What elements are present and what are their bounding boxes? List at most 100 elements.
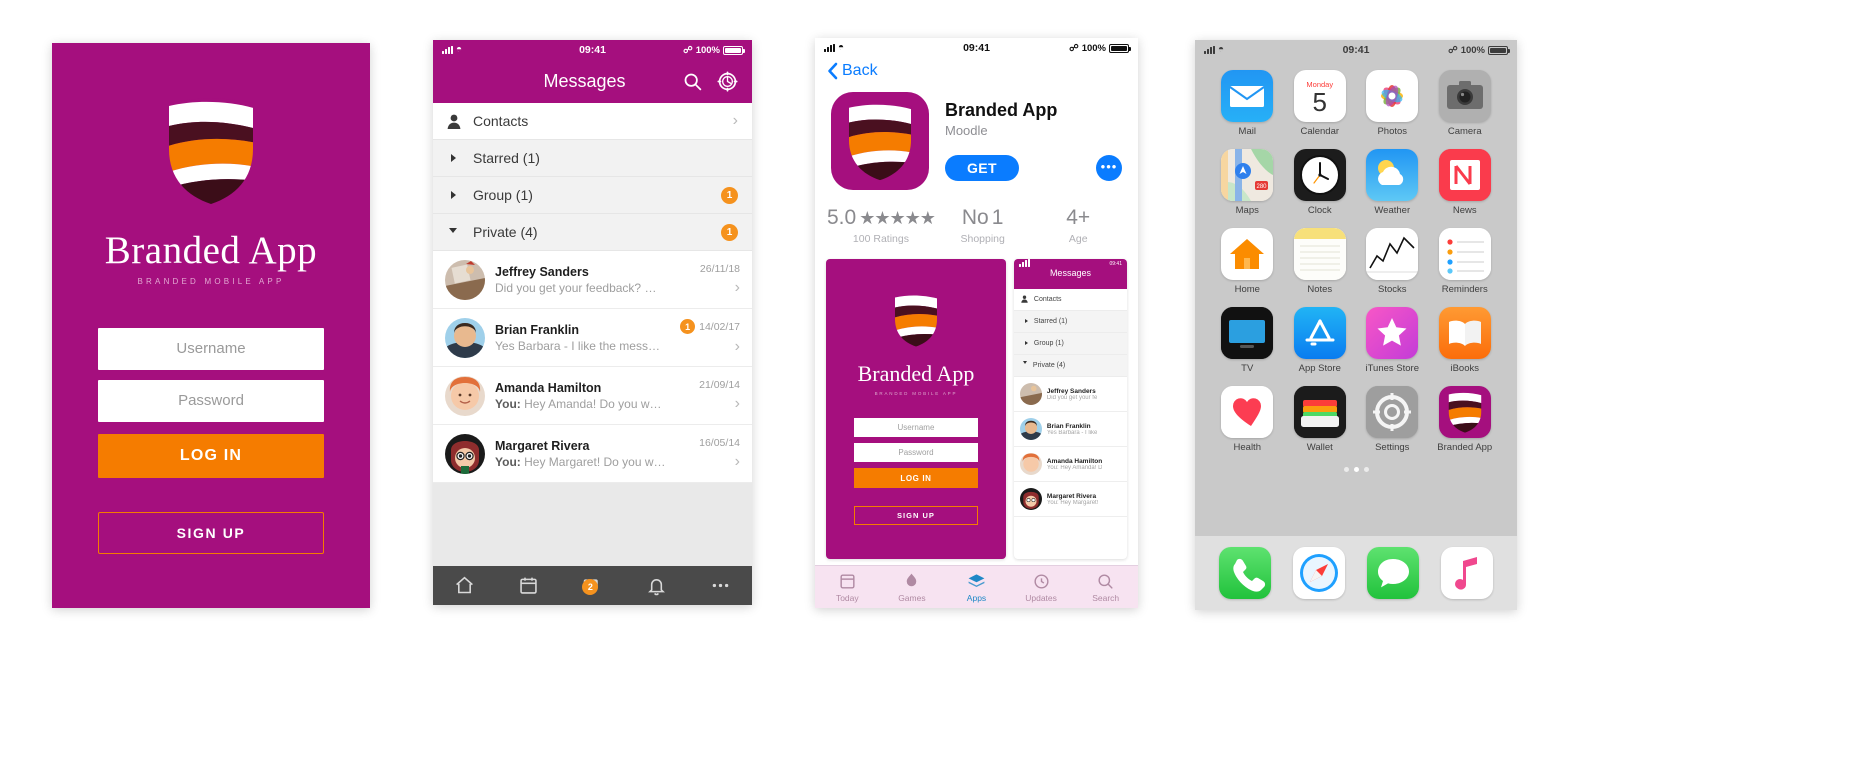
disclosure-triangle-icon [1021, 318, 1028, 325]
section-starred[interactable]: Starred (1) [433, 140, 752, 177]
music-icon[interactable] [1441, 547, 1493, 599]
tab-today[interactable]: Today [815, 572, 880, 603]
mini-status-bar: 09:41 [1014, 259, 1127, 267]
app-wallet[interactable]: Wallet [1284, 386, 1357, 453]
back-button[interactable]: Back [815, 58, 1138, 88]
disclosure-triangle-icon [1021, 340, 1028, 347]
thread-row[interactable]: Brian Franklin Yes Barbara - I like the … [433, 309, 752, 367]
mini-section-label: Private (4) [1032, 362, 1066, 369]
tab-games[interactable]: Games [880, 572, 945, 603]
section-contacts[interactable]: Contacts › [433, 103, 752, 140]
app-notes[interactable]: Notes [1284, 228, 1357, 295]
app-stocks[interactable]: Stocks [1356, 228, 1429, 295]
gear-icon[interactable] [717, 71, 738, 92]
unread-badge: 1 [680, 319, 696, 334]
login-form: Branded App BRANDED MOBILE APP Username … [52, 43, 370, 608]
rank-row: No 1 [935, 206, 1031, 230]
app-settings[interactable]: Settings [1356, 386, 1429, 453]
section-group[interactable]: Group (1) 1 [433, 177, 752, 214]
app-maps[interactable]: 280 Maps [1211, 149, 1284, 216]
app-health[interactable]: Health [1211, 386, 1284, 453]
rating-value: 5.0 [827, 206, 857, 229]
messages-header: ◓ 09:41 ☍ 100% Messages [433, 40, 752, 103]
calendar-date: 5 [1312, 87, 1327, 117]
app-header: Branded App Moodle GET ••• [815, 88, 1138, 190]
username-input[interactable]: Username [98, 328, 324, 370]
appstore-screen: ◓ 09:41 ☍ 100% Back Branded App Moodle G… [815, 38, 1138, 608]
password-input[interactable]: Password [98, 380, 324, 422]
status-bar: ◓ 09:41 ☍ 100% [433, 40, 752, 60]
more-options-button[interactable]: ••• [1096, 155, 1122, 181]
mini-password-input: Password [854, 443, 978, 462]
app-news[interactable]: News [1429, 149, 1502, 216]
login-screen: Branded App BRANDED MOBILE APP Username … [52, 43, 370, 608]
mini-thread-name: Amanda Hamilton [1046, 457, 1103, 465]
screenshot-messages[interactable]: 09:41 Messages Contacts Starred (1) Grou… [1013, 259, 1127, 559]
login-button[interactable]: LOG IN [98, 434, 324, 478]
app-tv[interactable]: TV [1211, 307, 1284, 374]
avatar [445, 317, 485, 358]
safari-icon[interactable] [1293, 547, 1345, 599]
thread-name: Brian Franklin [495, 322, 580, 337]
section-private[interactable]: Private (4) 1 [433, 214, 752, 251]
app-reminders[interactable]: Reminders [1429, 228, 1502, 295]
signup-button[interactable]: SIGN UP [98, 512, 324, 554]
camera-icon [1438, 70, 1491, 122]
mini-section-label: Group (1) [1033, 340, 1064, 347]
app-calendar[interactable]: Monday 5 Calendar [1284, 70, 1357, 137]
app-clock[interactable]: Clock [1284, 149, 1357, 216]
tab-apps[interactable]: Apps [944, 572, 1009, 603]
app-label: Photos [1377, 126, 1408, 137]
screenshots-row[interactable]: Branded App BRANDED MOBILE APP Username … [815, 255, 1138, 559]
app-label: Wallet [1306, 442, 1333, 453]
thread-prefix: You: [495, 396, 521, 411]
app-label: Stocks [1377, 284, 1407, 295]
app-home[interactable]: Home [1211, 228, 1284, 295]
thread-row[interactable]: Jeffrey Sanders Did you get your feedbac… [433, 251, 752, 309]
cellular-signal-icon [1018, 259, 1030, 267]
brand-shield-logo [1448, 391, 1482, 433]
app-app-store[interactable]: App Store [1284, 307, 1357, 374]
app-label: App Store [1298, 363, 1341, 374]
bottom-tabbar: 2 [433, 566, 752, 605]
thread-row[interactable]: Margaret Rivera You: Hey Margaret! Do yo… [433, 425, 752, 483]
disclosure-triangle-down-icon[interactable] [447, 227, 473, 237]
thread-body: Jeffrey Sanders Did you get your feedbac… [495, 265, 666, 295]
header-icons [682, 71, 738, 92]
maps-icon: 280 [1221, 149, 1274, 201]
thread-date: 26/11/18 [699, 262, 740, 275]
tab-home[interactable] [433, 575, 497, 596]
messages-icon[interactable] [1367, 547, 1419, 599]
mini-thread-row: Margaret Rivera You: Hey Margaret! [1013, 482, 1127, 517]
thread-preview-text: Hey Margaret! Do you want to c... [524, 454, 666, 469]
app-label: Weather [1374, 205, 1411, 216]
app-ibooks[interactable]: iBooks [1429, 307, 1502, 374]
ibooks-icon [1438, 307, 1491, 359]
tab-search[interactable]: Search [1073, 572, 1138, 603]
tab-calendar[interactable] [497, 575, 561, 596]
disclosure-triangle-icon[interactable] [447, 191, 473, 199]
app-branded-app[interactable]: Branded App [1429, 386, 1502, 453]
app-weather[interactable]: Weather [1356, 149, 1429, 216]
app-itunes-store[interactable]: iTunes Store [1356, 307, 1429, 374]
section-label: Private (4) [473, 224, 538, 240]
games-icon [907, 573, 917, 586]
app-photos[interactable]: Photos [1356, 70, 1429, 137]
app-label: Branded App [1437, 442, 1493, 453]
tab-chat[interactable]: 2 [561, 575, 625, 596]
disclosure-triangle-icon[interactable] [447, 154, 473, 162]
app-developer: Moodle [945, 123, 988, 138]
app-label: Settings [1375, 442, 1410, 453]
chevron-right-icon: › [734, 338, 740, 355]
tab-more[interactable] [688, 575, 752, 596]
tab-notifications[interactable] [624, 575, 688, 596]
screenshot-login[interactable]: Branded App BRANDED MOBILE APP Username … [826, 259, 1006, 559]
tab-updates[interactable]: Updates [1009, 572, 1074, 603]
app-mail[interactable]: Mail [1211, 70, 1284, 137]
thread-row[interactable]: Amanda Hamilton You: Hey Amanda! Do you … [433, 367, 752, 425]
app-camera[interactable]: Camera [1429, 70, 1502, 137]
search-icon[interactable] [682, 71, 703, 92]
news-icon [1438, 149, 1491, 201]
get-button[interactable]: GET [945, 155, 1019, 181]
phone-icon[interactable] [1219, 547, 1271, 599]
